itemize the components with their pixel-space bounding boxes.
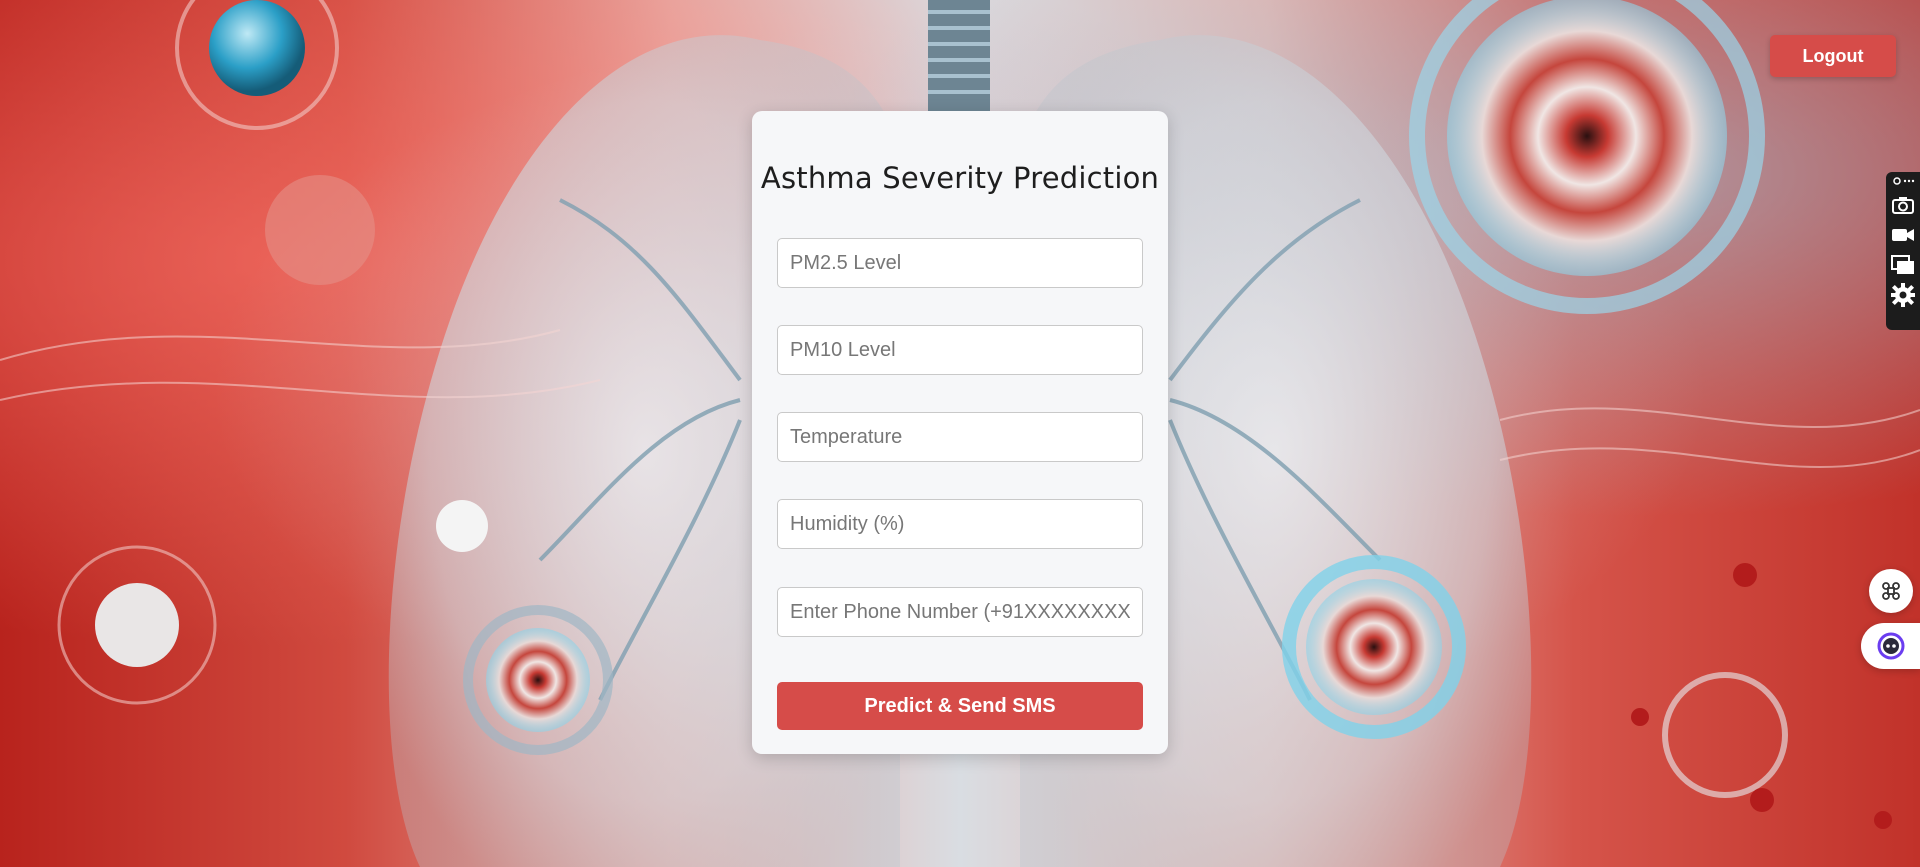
humidity-input[interactable] — [777, 499, 1143, 549]
page-title: Asthma Severity Prediction — [760, 161, 1160, 195]
gear-icon[interactable] — [1888, 280, 1918, 310]
side-toolbar — [1886, 172, 1920, 330]
assistant-icon[interactable] — [1861, 623, 1920, 669]
window-icon[interactable] — [1888, 250, 1918, 280]
command-icon[interactable] — [1869, 569, 1913, 613]
video-camera-icon[interactable] — [1888, 220, 1918, 250]
predict-send-sms-button[interactable]: Predict & Send SMS — [777, 682, 1143, 730]
phone-input[interactable] — [777, 587, 1143, 637]
temperature-input[interactable] — [777, 412, 1143, 462]
pm25-input[interactable] — [777, 238, 1143, 288]
camera-icon[interactable] — [1888, 190, 1918, 220]
logout-button[interactable]: Logout — [1770, 35, 1896, 77]
prediction-form-card: Asthma Severity Prediction Predict & Sen… — [752, 111, 1168, 754]
pm10-input[interactable] — [777, 325, 1143, 375]
screenshot-icon[interactable] — [1888, 172, 1918, 190]
